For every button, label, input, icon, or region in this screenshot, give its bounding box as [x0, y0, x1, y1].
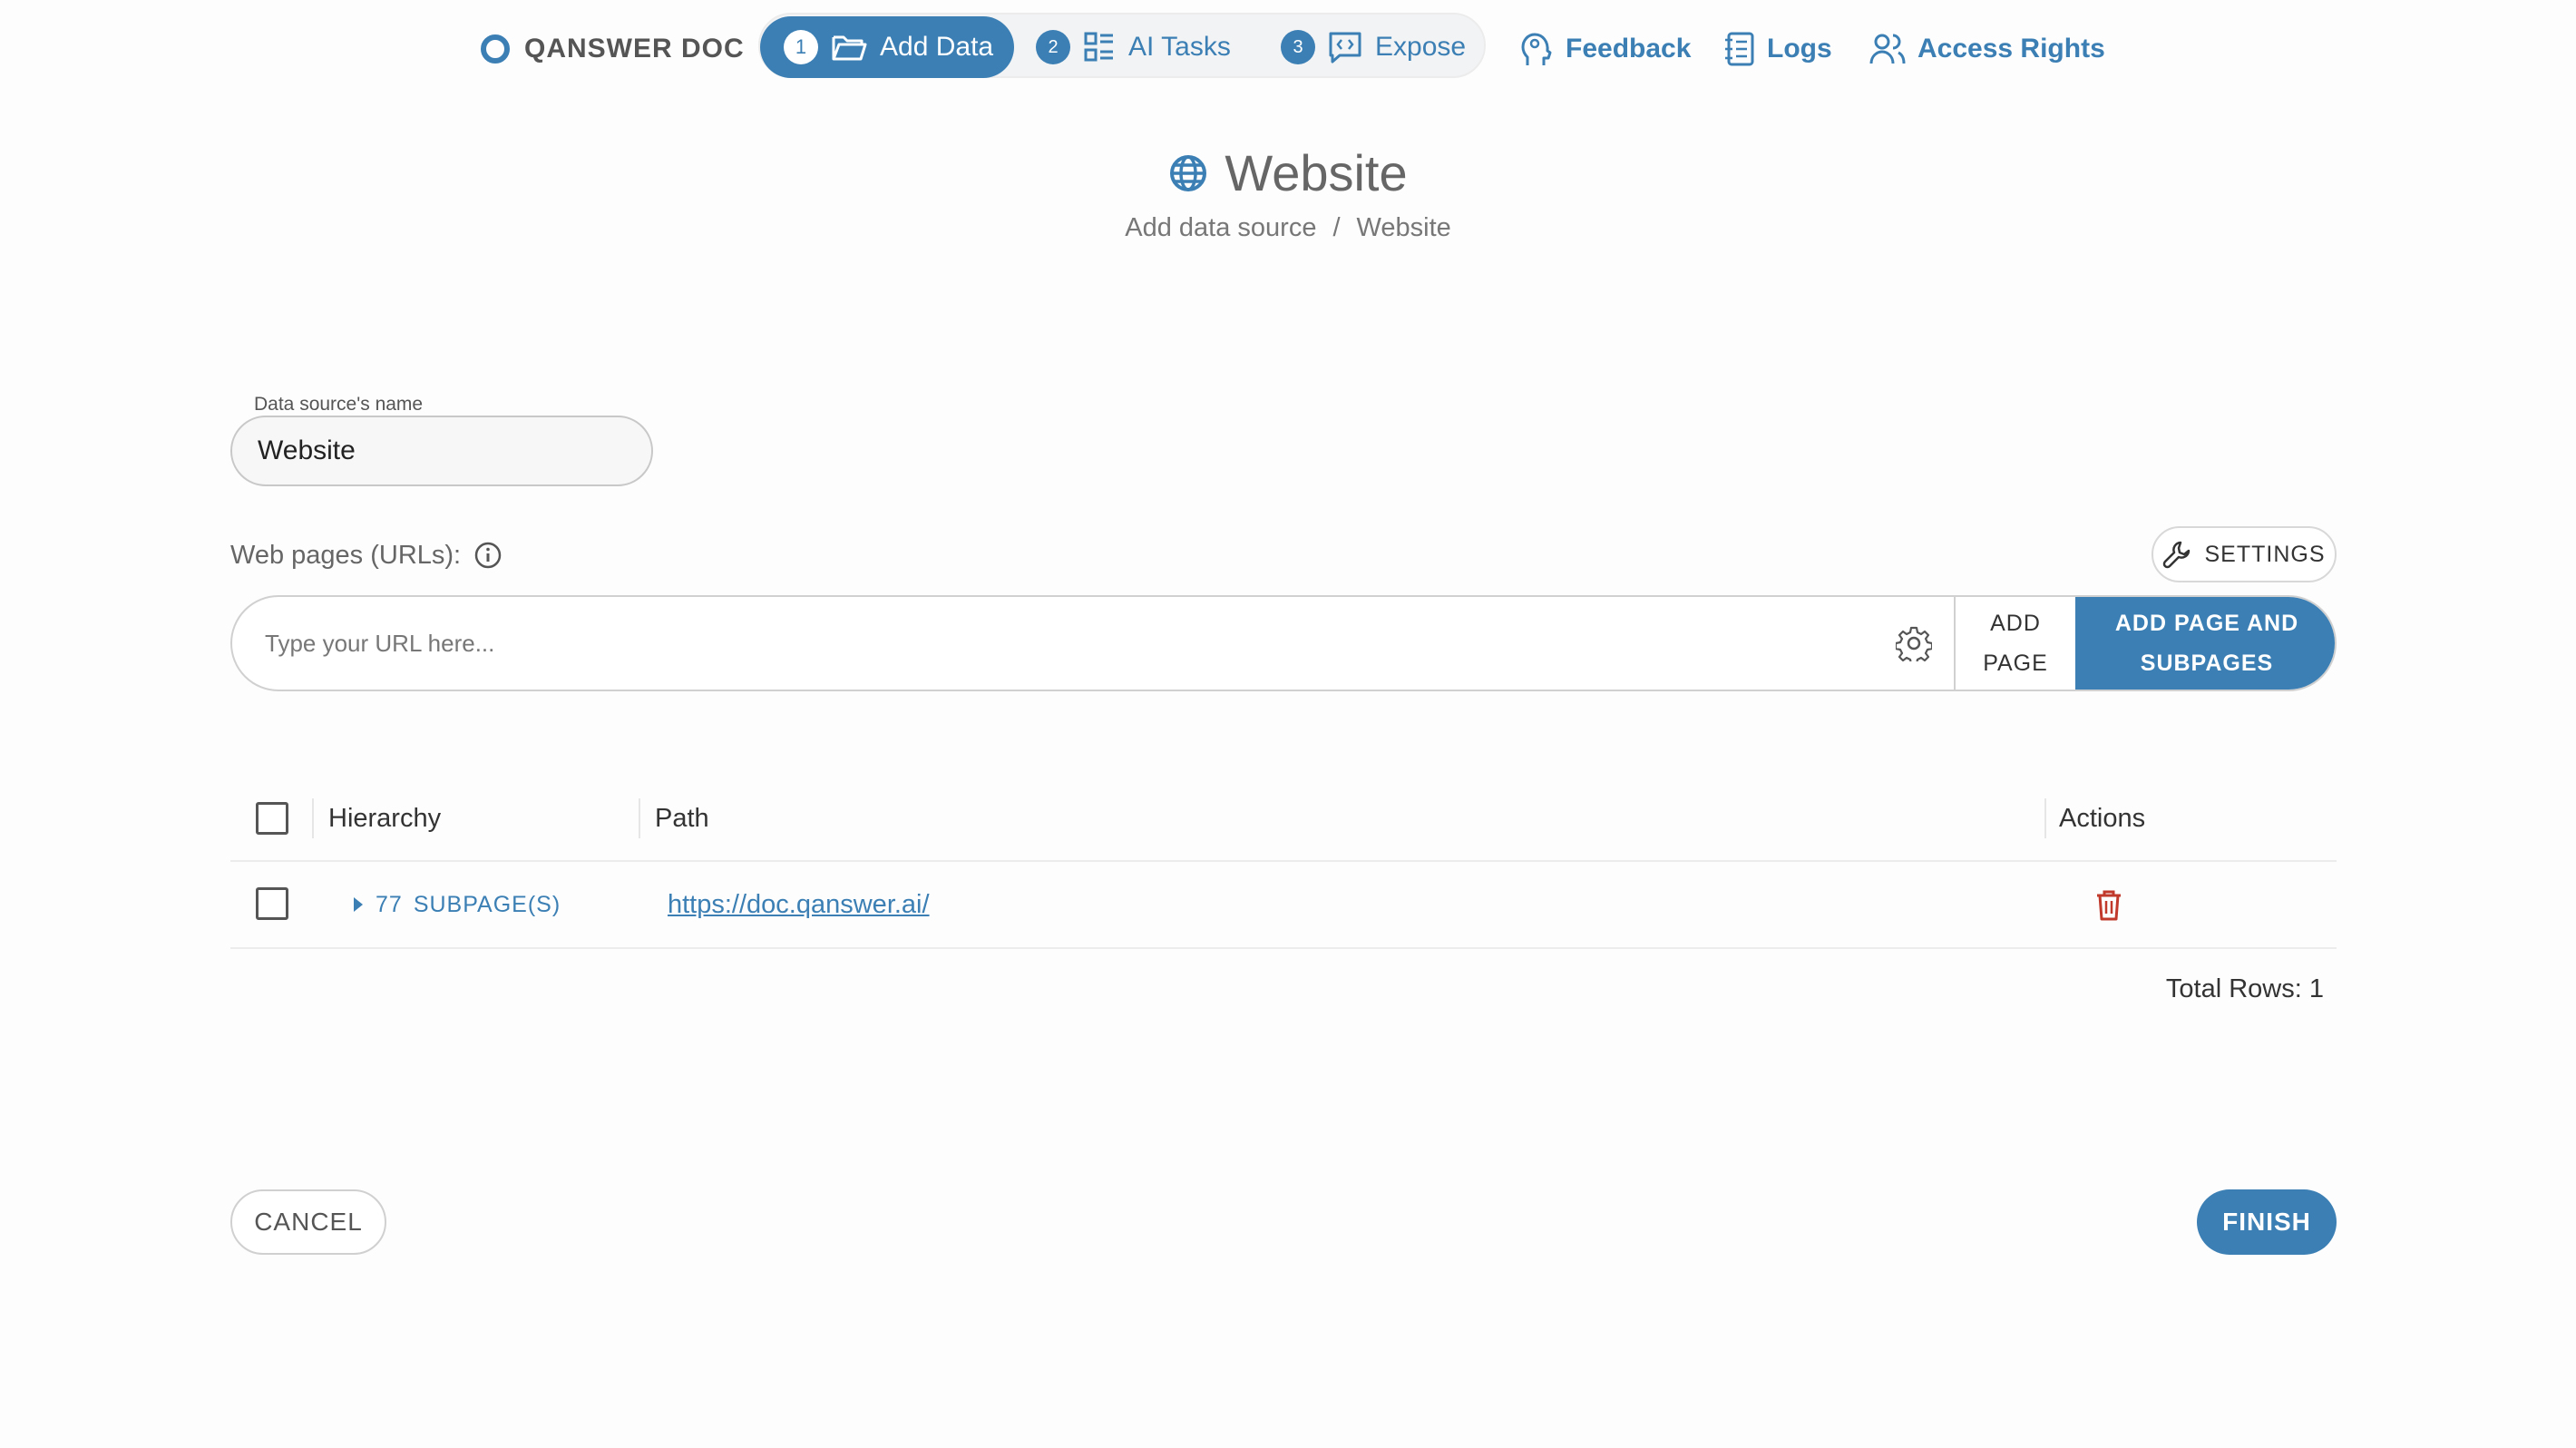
list-icon: [1083, 31, 1116, 64]
wrench-icon: [2162, 540, 2191, 569]
step-number: 3: [1281, 30, 1315, 64]
caret-right-icon: [352, 895, 365, 914]
head-feedback-icon: [1520, 31, 1555, 67]
code-bubble-icon: [1328, 31, 1362, 64]
brand[interactable]: QANSWER DOC: [481, 27, 745, 71]
subpage-count: 77: [376, 891, 403, 917]
select-all-checkbox[interactable]: [256, 802, 288, 835]
table-header: Hierarchy Path Actions: [230, 777, 2337, 862]
column-header-path[interactable]: Path: [655, 777, 709, 860]
nav-access-rights[interactable]: Access Rights: [1869, 25, 2105, 73]
gear-icon[interactable]: [1896, 625, 1932, 661]
web-pages-label: Web pages (URLs):: [230, 535, 503, 575]
top-navigation: QANSWER DOC 1 Add Data 2 AI Tasks 3 Expo…: [0, 13, 2576, 85]
path-link[interactable]: https://doc.qanswer.ai/: [668, 862, 930, 947]
column-separator: [2044, 798, 2046, 838]
folder-open-icon: [831, 32, 867, 63]
column-separator: [639, 798, 640, 838]
total-rows: Total Rows: 1: [2165, 974, 2324, 1003]
workflow-stepper: 1 Add Data 2 AI Tasks 3 Expose: [758, 13, 1486, 78]
urls-table: Hierarchy Path Actions 77 SUBPAGE(S) htt…: [230, 777, 2337, 1003]
settings-button-label: SETTINGS: [2204, 541, 2326, 567]
data-source-name-input[interactable]: [230, 416, 653, 486]
step-label: Expose: [1375, 32, 1467, 62]
trash-icon[interactable]: [2094, 889, 2123, 922]
step-add-data[interactable]: 1 Add Data: [760, 16, 1014, 78]
nav-link-label: Access Rights: [1917, 34, 2105, 64]
nav-feedback[interactable]: Feedback: [1520, 25, 1691, 73]
column-separator: [312, 798, 314, 838]
breadcrumb-item: Website: [1356, 213, 1451, 242]
url-bar: ADD PAGE ADD PAGE AND SUBPAGES: [230, 595, 2337, 691]
step-label: AI Tasks: [1128, 32, 1231, 62]
info-icon[interactable]: [473, 541, 503, 570]
step-number: 2: [1036, 30, 1070, 64]
row-checkbox[interactable]: [256, 887, 288, 920]
url-input[interactable]: [232, 597, 1865, 690]
add-page-and-subpages-button[interactable]: ADD PAGE AND SUBPAGES: [2075, 597, 2335, 690]
nav-link-label: Feedback: [1566, 34, 1692, 64]
data-source-name-label: Data source's name: [247, 394, 431, 416]
step-number: 1: [784, 30, 818, 64]
step-expose[interactable]: 3 Expose: [1281, 16, 1466, 78]
step-label: Add Data: [880, 32, 994, 62]
users-icon: [1869, 32, 1907, 66]
breadcrumb-separator: /: [1332, 213, 1341, 242]
step-ai-tasks[interactable]: 2 AI Tasks: [1036, 16, 1231, 78]
page-title: Website: [0, 143, 2576, 202]
subpage-label: SUBPAGE(S): [413, 891, 561, 917]
nav-logs[interactable]: Logs: [1723, 25, 1832, 73]
cancel-button[interactable]: CANCEL: [230, 1189, 386, 1255]
finish-button[interactable]: FINISH: [2197, 1189, 2337, 1255]
column-header-hierarchy[interactable]: Hierarchy: [328, 777, 441, 860]
page-header: Website Add data source / Website: [0, 143, 2576, 243]
table-row: 77 SUBPAGE(S) https://doc.qanswer.ai/: [230, 862, 2337, 949]
notebook-icon: [1723, 31, 1756, 67]
nav-link-label: Logs: [1767, 34, 1832, 64]
brand-logo-icon: [481, 34, 510, 64]
add-page-button[interactable]: ADD PAGE: [1954, 597, 2075, 690]
settings-button[interactable]: SETTINGS: [2152, 526, 2337, 582]
page-title-text: Website: [1225, 144, 1408, 201]
breadcrumb: Add data source / Website: [0, 213, 2576, 243]
breadcrumb-item[interactable]: Add data source: [1125, 213, 1316, 243]
brand-name: QANSWER DOC: [524, 34, 745, 64]
column-header-actions: Actions: [2059, 804, 2146, 833]
web-pages-label-text: Web pages (URLs):: [230, 540, 462, 570]
globe-icon: [1168, 153, 1208, 193]
subpages-expander[interactable]: 77 SUBPAGE(S): [352, 862, 561, 947]
